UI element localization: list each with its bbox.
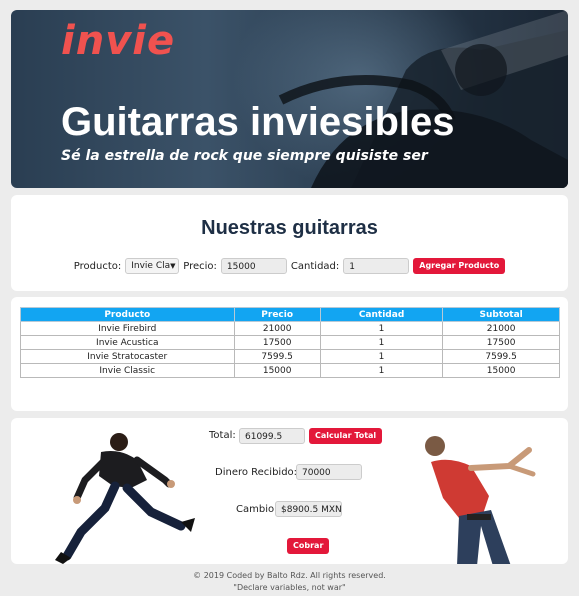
change-label: Cambio: [236,504,278,515]
rocker-leaning-image [425,436,536,564]
hero-title: Guitarras inviesibles [61,100,455,144]
cell-product: Invie Firebird [20,321,235,336]
table-row: Invie Stratocaster 7599.5 1 7599.5 [20,349,560,364]
hero-subtitle: Sé la estrella de rock que siempre quisi… [61,148,428,164]
charge-button[interactable]: Cobrar [287,538,330,554]
total-label: Total: [209,430,236,441]
cell-quantity: 1 [319,321,444,336]
cell-product: Invie Stratocaster [20,349,235,364]
cell-quantity: 1 [319,349,444,364]
quantity-label: Cantidad: [290,260,340,272]
chevron-down-icon: ▼ [170,262,176,270]
footer-quote: "Declare variables, not war" [233,583,346,592]
cell-quantity: 1 [319,363,444,378]
cell-subtotal: 7599.5 [442,349,560,364]
product-form-panel: Nuestras guitarras Producto: Invie Cla ▼… [11,195,568,291]
price-input[interactable]: 15000 [220,258,287,274]
received-label: Dinero Recibido: [215,467,298,478]
column-header-product: Producto [20,307,235,322]
cell-subtotal: 15000 [442,363,560,378]
invie-logo[interactable]: invie [61,18,175,64]
cell-price: 21000 [233,321,321,336]
products-table-panel: Producto Precio Cantidad Subtotal Invie … [11,297,568,411]
table-header-row: Producto Precio Cantidad Subtotal [20,307,560,322]
calculate-total-button[interactable]: Calcular Total [309,428,383,444]
column-header-subtotal: Subtotal [442,307,560,322]
add-product-button[interactable]: Agregar Producto [413,258,506,274]
cell-price: 15000 [233,363,321,378]
hero-banner: invie Guitarras inviesibles Sé la estrel… [11,10,568,188]
cell-product: Invie Classic [20,363,235,378]
products-table: Producto Precio Cantidad Subtotal Invie … [20,307,560,378]
table-row: Invie Firebird 21000 1 21000 [20,321,560,336]
jumping-rocker-image [55,433,195,564]
table-row: Invie Classic 15000 1 15000 [20,363,560,378]
column-header-quantity: Cantidad [319,307,444,322]
received-input[interactable]: 70000 [296,464,362,480]
cell-price: 7599.5 [233,349,321,364]
column-header-price: Precio [233,307,321,322]
cell-subtotal: 17500 [442,335,560,350]
section-title: Nuestras guitarras [201,217,378,239]
cell-price: 17500 [233,335,321,350]
product-form-row: Producto: Invie Cla ▼ Precio: 15000 Cant… [11,258,568,274]
checkout-panel: Total: 61099.5 Calcular Total Dinero Rec… [11,418,568,564]
cell-quantity: 1 [319,335,444,350]
price-label: Precio: [183,260,217,272]
footer-copyright: © 2019 Coded by Balto Rdz. All rights re… [193,571,386,580]
cell-product: Invie Acustica [20,335,235,350]
change-output: $8900.5 MXN [275,501,342,517]
total-input[interactable]: 61099.5 [239,428,305,444]
product-selected-value: Invie Cla [131,261,171,271]
product-label: Producto: [73,260,122,272]
table-row: Invie Acustica 17500 1 17500 [20,335,560,350]
quantity-input[interactable]: 1 [343,258,410,274]
cell-subtotal: 21000 [442,321,560,336]
product-select[interactable]: Invie Cla ▼ [125,258,180,274]
